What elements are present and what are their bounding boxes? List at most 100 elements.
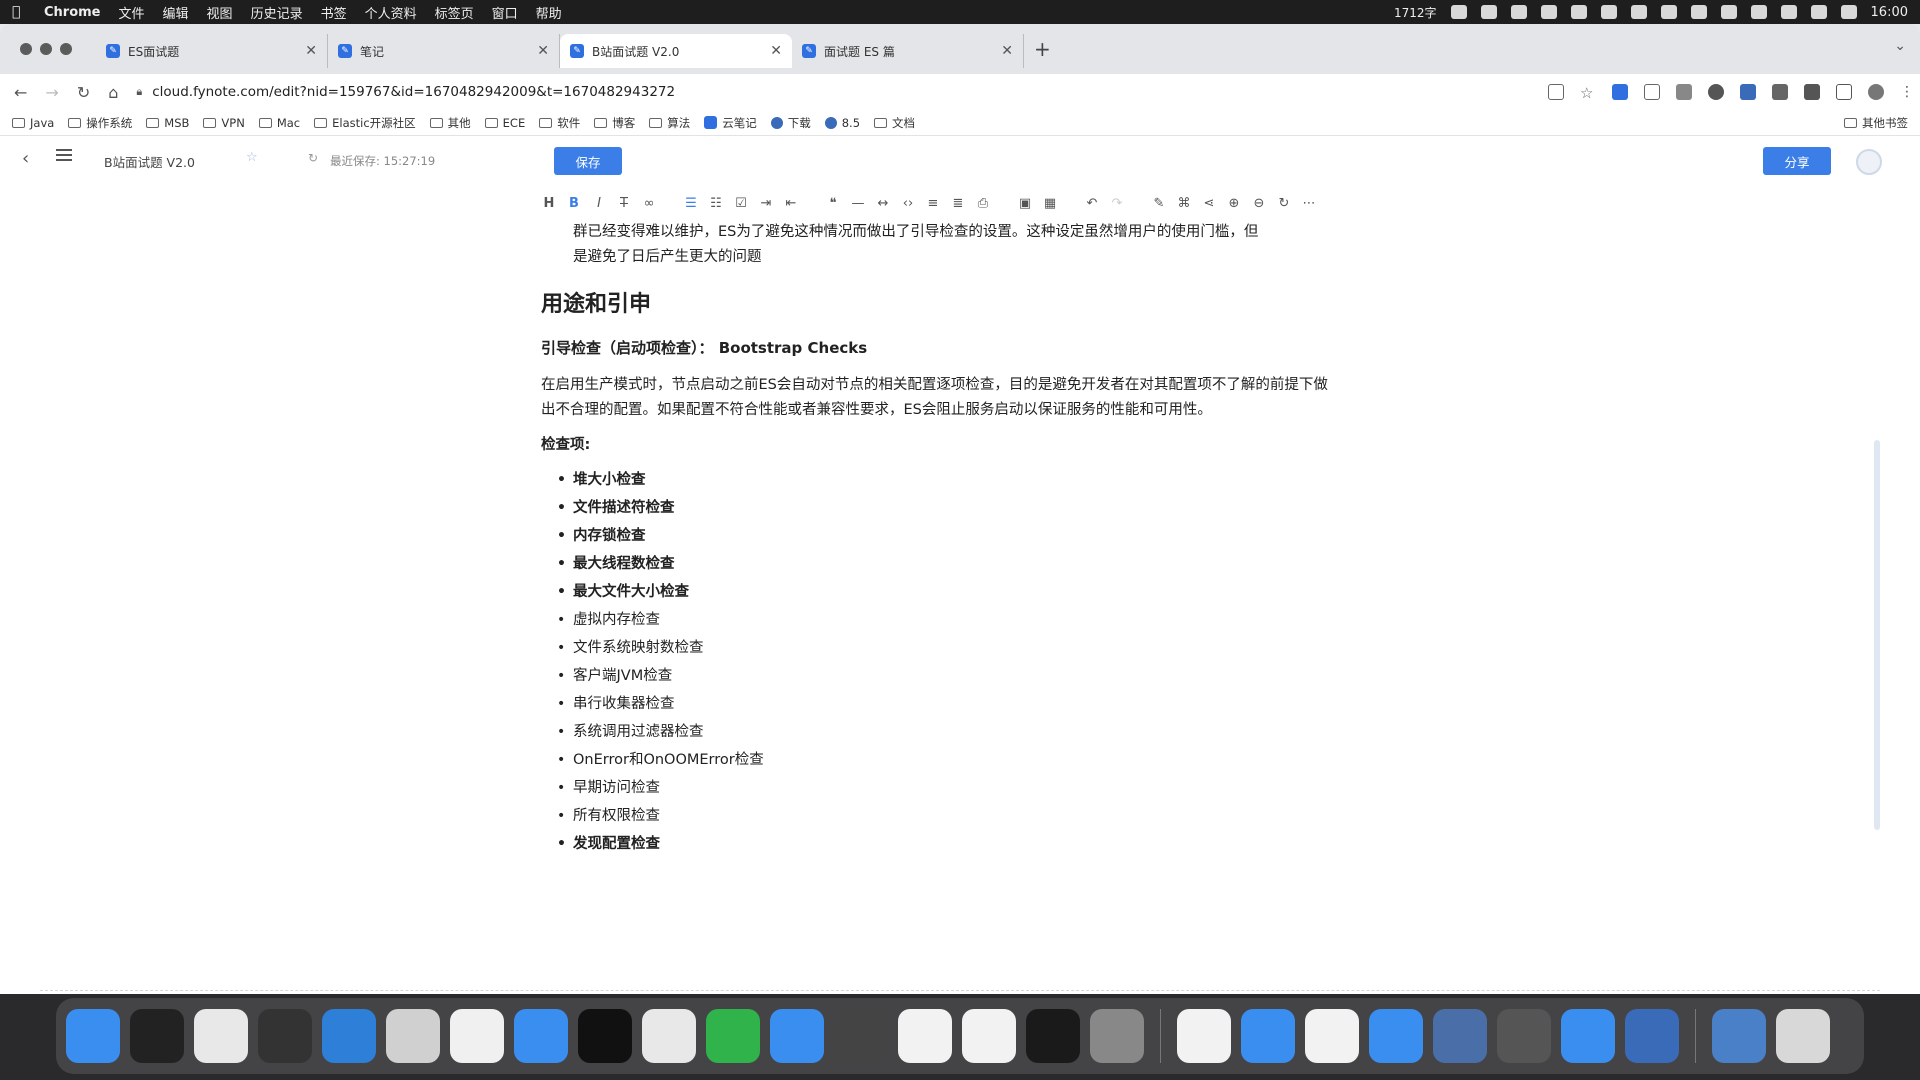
dock-terminal-icon[interactable] — [130, 1009, 184, 1063]
maximize-window-icon[interactable] — [60, 43, 72, 55]
menu-help[interactable]: 帮助 — [536, 3, 562, 22]
table-icon[interactable]: ▦ — [1042, 196, 1058, 211]
image-icon[interactable]: ▣ — [1017, 196, 1033, 211]
document-title[interactable]: B站面试题 V2.0 — [104, 152, 195, 171]
bookmark-folder[interactable]: 操作系统 — [68, 115, 132, 131]
close-window-icon[interactable] — [20, 43, 32, 55]
search-icon[interactable] — [1810, 5, 1827, 19]
bookmark-folder[interactable]: 软件 — [539, 115, 580, 131]
close-tab-icon[interactable]: ✕ — [537, 43, 549, 59]
pen-icon[interactable]: ✎ — [1151, 196, 1167, 211]
align-icon[interactable]: ≡ — [925, 196, 941, 211]
close-tab-icon[interactable]: ✕ — [305, 43, 317, 59]
puzzle-extensions-icon[interactable] — [1804, 84, 1820, 100]
redo-icon[interactable]: ↷ — [1109, 196, 1125, 211]
dock-downloads-icon[interactable] — [1712, 1009, 1766, 1063]
home-icon[interactable]: ⌂ — [108, 83, 118, 102]
menu-tabs[interactable]: 标签页 — [435, 3, 474, 22]
minimize-window-icon[interactable] — [40, 43, 52, 55]
bookmark-folder[interactable]: VPN — [203, 116, 245, 130]
lock-icon[interactable]: 🔒︎ — [136, 85, 142, 99]
dock-app16-icon[interactable] — [1026, 1009, 1080, 1063]
undo-icon[interactable]: ↶ — [1084, 196, 1100, 211]
dock-app7-icon[interactable] — [450, 1009, 504, 1063]
dock-app3-icon[interactable] — [194, 1009, 248, 1063]
dock-app23-icon[interactable] — [1497, 1009, 1551, 1063]
dock-wps-icon[interactable] — [1177, 1009, 1231, 1063]
bookmark-folder[interactable]: Mac — [258, 116, 300, 130]
url-text[interactable]: cloud.fynote.com/edit?nid=159767&id=1670… — [152, 84, 675, 100]
align-right-icon[interactable]: ≣ — [950, 196, 966, 211]
inline-code-icon[interactable]: ‹› — [900, 196, 916, 211]
italic-icon[interactable]: I — [591, 196, 607, 211]
dock-finder-icon[interactable] — [66, 1009, 120, 1063]
more-icon[interactable]: ⋯ — [1301, 196, 1317, 211]
back-arrow-icon[interactable]: ← — [14, 83, 27, 102]
profile-avatar[interactable] — [1868, 84, 1884, 100]
dock-app13-icon[interactable] — [834, 1009, 888, 1063]
tray-icon[interactable] — [1510, 5, 1527, 19]
apple-menu-icon[interactable]:  — [12, 4, 26, 20]
dock-app20-icon[interactable] — [1305, 1009, 1359, 1063]
bookmark-folder[interactable]: 文档 — [874, 115, 915, 131]
user-avatar[interactable] — [1856, 149, 1882, 175]
tray-icon[interactable] — [1450, 5, 1467, 19]
share-button[interactable]: 分享 — [1763, 147, 1831, 175]
bookmark-link[interactable]: 下载 — [770, 115, 811, 131]
dock-wechat-icon[interactable] — [706, 1009, 760, 1063]
share-page-icon[interactable] — [1548, 84, 1564, 100]
menu-edit[interactable]: 编辑 — [163, 3, 189, 22]
other-bookmarks[interactable]: 其他书签 — [1844, 115, 1908, 131]
extension-icon[interactable] — [1676, 84, 1692, 100]
bookmark-folder[interactable]: 博客 — [594, 115, 635, 131]
dock-app6-icon[interactable] — [386, 1009, 440, 1063]
favorite-star-icon[interactable]: ☆ — [246, 150, 258, 165]
zoom-out-icon[interactable]: ⊖ — [1251, 196, 1267, 211]
extension-icon[interactable] — [1708, 84, 1724, 100]
extension-icon[interactable] — [1740, 84, 1756, 100]
tab-notes[interactable]: ✎ 笔记 ✕ — [328, 34, 560, 68]
extension-icon[interactable] — [1772, 84, 1788, 100]
bookmark-folder[interactable]: 其他 — [429, 115, 471, 131]
numbered-list-icon[interactable]: ☷ — [708, 196, 724, 211]
indent-icon[interactable]: ⇥ — [758, 196, 774, 211]
checkbox-icon[interactable]: ☑ — [733, 196, 749, 211]
battery-icon[interactable] — [1720, 5, 1737, 19]
extension-icon[interactable] — [1644, 84, 1660, 100]
address-bar[interactable]: 🔒︎ cloud.fynote.com/edit?nid=159767&id=1… — [136, 78, 1530, 106]
dock-app25-icon[interactable] — [1625, 1009, 1679, 1063]
dock-app21-icon[interactable] — [1369, 1009, 1423, 1063]
dock-app12-icon[interactable] — [770, 1009, 824, 1063]
menu-profile[interactable]: 个人资料 — [365, 3, 417, 22]
outdent-icon[interactable]: ⇤ — [783, 196, 799, 211]
close-tab-icon[interactable]: ✕ — [770, 43, 782, 59]
dock-app22-icon[interactable] — [1433, 1009, 1487, 1063]
heading-icon[interactable]: H — [541, 196, 557, 211]
tray-icon[interactable] — [1600, 5, 1617, 19]
dock-app14-icon[interactable] — [898, 1009, 952, 1063]
bookmark-link[interactable]: 8.5 — [824, 116, 860, 130]
link-icon[interactable]: ∞ — [641, 196, 657, 211]
dock-app4-icon[interactable] — [258, 1009, 312, 1063]
bluetooth-icon[interactable] — [1780, 5, 1797, 19]
menu-bookmarks[interactable]: 书签 — [321, 3, 347, 22]
dock-app10-icon[interactable] — [642, 1009, 696, 1063]
wifi-icon[interactable] — [1750, 5, 1767, 19]
tray-icon[interactable] — [1690, 5, 1707, 19]
bookmark-folder[interactable]: Java — [12, 116, 54, 130]
dock-typora-icon[interactable] — [962, 1009, 1016, 1063]
attachment-icon[interactable]: ⎙ — [975, 196, 991, 211]
bookmark-folder[interactable]: MSB — [146, 116, 189, 130]
clock[interactable]: 16:00 — [1871, 5, 1908, 20]
bookmark-folder[interactable]: ECE — [484, 116, 525, 130]
tray-icon[interactable] — [1630, 5, 1647, 19]
dock-qq-icon[interactable] — [578, 1009, 632, 1063]
dock-settings-icon[interactable] — [1090, 1009, 1144, 1063]
forward-arrow-icon[interactable]: → — [45, 83, 58, 102]
more-menu-icon[interactable]: ⋮ — [1900, 84, 1914, 100]
tab-bilibili-interview[interactable]: ✎ B站面试题 V2.0 ✕ — [560, 34, 792, 68]
bullet-list-icon[interactable]: ☰ — [683, 196, 699, 211]
save-button[interactable]: 保存 — [554, 147, 622, 175]
dock-trash-icon[interactable] — [1776, 1009, 1830, 1063]
tray-icon[interactable] — [1570, 5, 1587, 19]
